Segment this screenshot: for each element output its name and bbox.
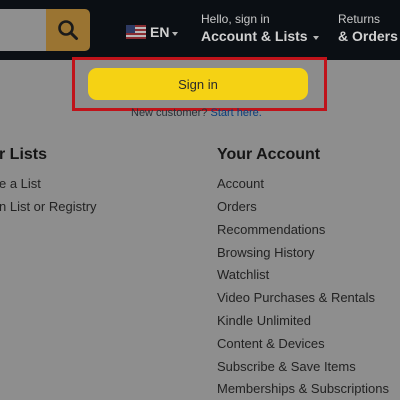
lists-title: r Lists (0, 146, 48, 163)
account-item[interactable]: Subscribe & Save Items (217, 359, 356, 374)
account-item[interactable]: Orders (217, 199, 257, 214)
returns-label: Returns (338, 12, 381, 26)
new-customer-prompt: New customer? Start here. (131, 107, 262, 119)
search-icon (58, 20, 78, 40)
language-label: EN (150, 24, 170, 40)
account-item[interactable]: Recommendations (217, 222, 325, 237)
account-lists-label: Account & Lists (201, 28, 308, 44)
signin-highlight: Sign in (72, 57, 327, 111)
lists-item[interactable]: e a List (0, 176, 41, 191)
search-button[interactable] (46, 9, 90, 51)
account-item[interactable]: Memberships & Subscriptions (217, 381, 389, 396)
returns-orders-link[interactable]: Returns & Orders (338, 12, 398, 45)
account-item[interactable]: Video Purchases & Rentals (217, 290, 375, 305)
account-lists-label-row: Account & Lists (201, 27, 319, 45)
account-lists-menu[interactable]: Hello, sign in Account & Lists (201, 12, 319, 45)
account-item[interactable]: Browsing History (217, 245, 315, 260)
language-selector[interactable]: EN (126, 24, 179, 40)
account-item[interactable]: Kindle Unlimited (217, 313, 311, 328)
account-item[interactable]: Content & Devices (217, 336, 325, 351)
account-title: Your Account (217, 146, 321, 163)
us-flag-icon (126, 25, 146, 39)
signin-button[interactable]: Sign in (88, 68, 308, 100)
account-greeting: Hello, sign in (201, 12, 270, 26)
chevron-down-icon (172, 31, 179, 36)
nav-header: EN Hello, sign in Account & Lists Return… (0, 0, 400, 60)
lists-item[interactable]: n List or Registry (0, 199, 97, 214)
chevron-down-icon (312, 35, 319, 40)
search-input[interactable] (0, 9, 48, 51)
account-item[interactable]: Account (217, 176, 264, 191)
start-here-link[interactable]: Start here. (210, 107, 261, 119)
account-item[interactable]: Watchlist (217, 267, 269, 282)
new-customer-text: New customer? (131, 107, 208, 119)
orders-label: & Orders (338, 28, 398, 44)
